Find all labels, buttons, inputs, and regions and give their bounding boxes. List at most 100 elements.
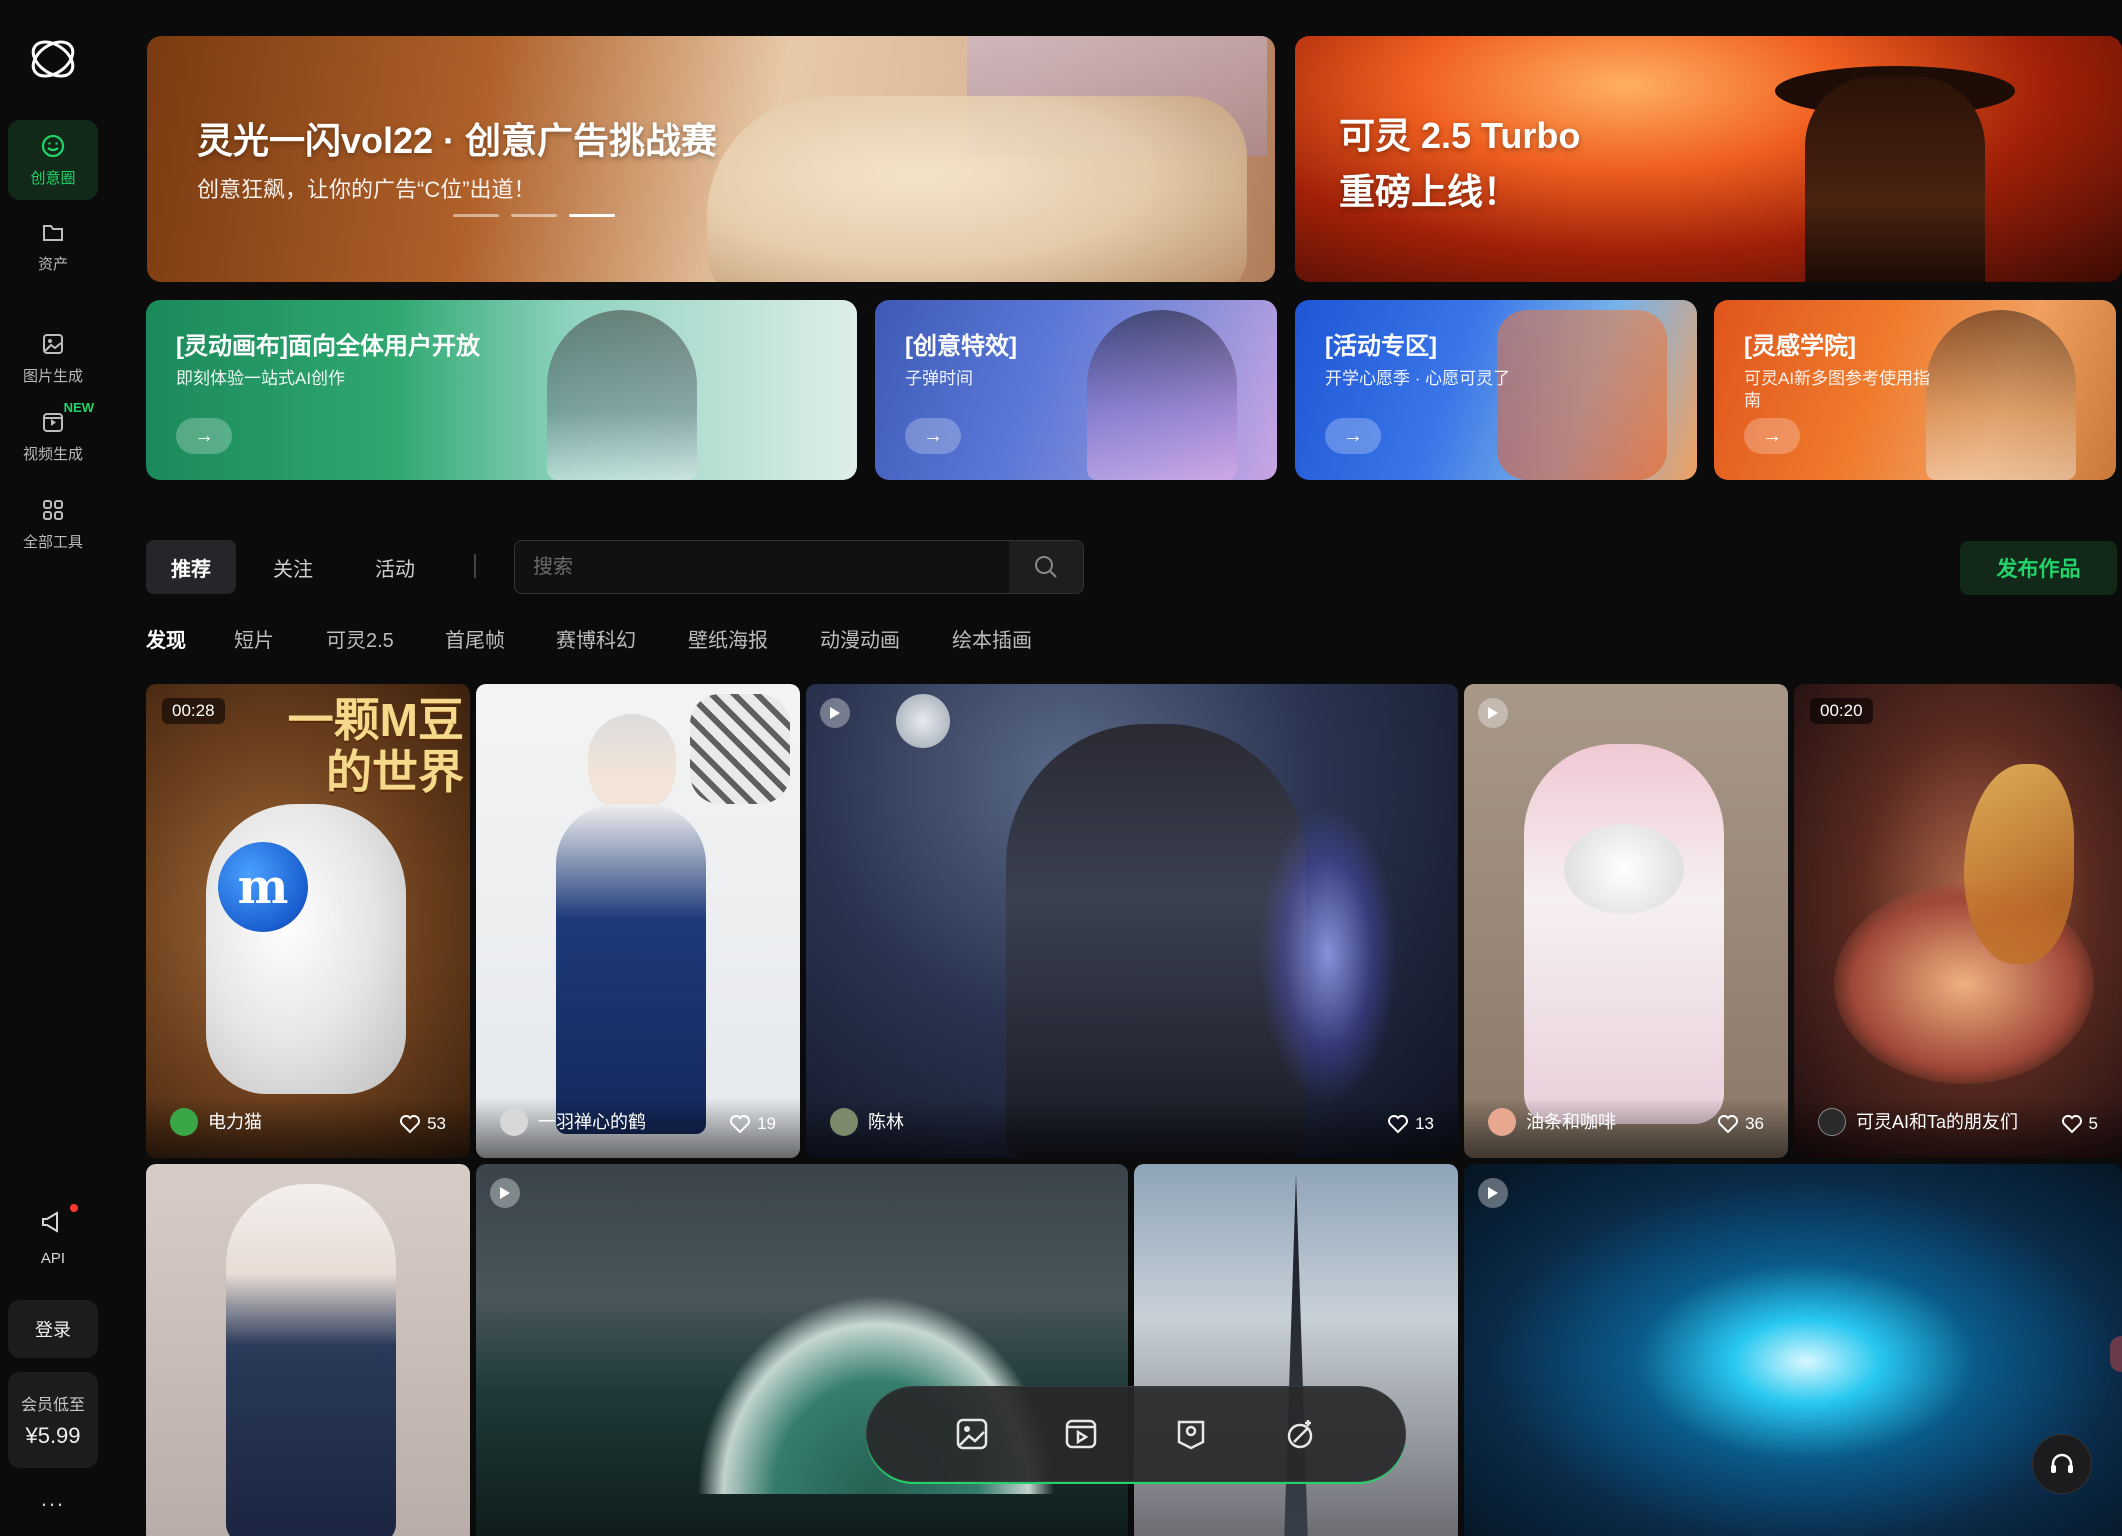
avatar[interactable]: [170, 1108, 198, 1136]
heart-icon: [1718, 1115, 1739, 1134]
play-icon[interactable]: [1478, 1178, 1508, 1208]
tab-following[interactable]: 关注: [258, 540, 328, 594]
promo-card-canvas[interactable]: [灵动画布]面向全体用户开放 即刻体验一站式AI创作 →: [146, 300, 857, 480]
sidebar: 创意圈 资产 图片生成 NEW 视频生成 全部工具 API 登录 会员低至 ¥5…: [0, 0, 106, 1536]
thumbnail-hand-art: [206, 804, 406, 1094]
carousel-indicator[interactable]: [453, 214, 615, 217]
tab-activities[interactable]: 活动: [360, 540, 430, 594]
sidebar-item-image-gen[interactable]: 图片生成: [8, 318, 98, 398]
publish-button[interactable]: 发布作品: [1960, 541, 2117, 595]
promo-card-effects[interactable]: [创意特效] 子弹时间 →: [875, 300, 1277, 480]
card-title: [创意特效]: [905, 333, 1017, 360]
avatar[interactable]: [1488, 1108, 1516, 1136]
folder-icon: [43, 224, 63, 241]
feed-item[interactable]: [146, 1164, 470, 1536]
customer-support-button[interactable]: [2032, 1434, 2092, 1494]
video-duration: 00:28: [162, 698, 225, 724]
category-discover[interactable]: 发现: [146, 624, 186, 653]
member-promo-text: 会员低至: [20, 1397, 85, 1414]
banner-subtitle: 创意狂飙，让你的广告“C位”出道！: [197, 177, 536, 202]
search-icon: [1035, 556, 1057, 578]
category-kling25[interactable]: 可灵2.5: [326, 624, 394, 653]
arrow-right-icon[interactable]: →: [1744, 418, 1800, 454]
card-title: [活动专区]: [1325, 333, 1437, 360]
avatar[interactable]: [500, 1108, 528, 1136]
banner-title-line1: 可灵 2.5 Turbo: [1339, 115, 1581, 156]
digital-human-tool[interactable]: [1171, 1414, 1211, 1454]
play-icon[interactable]: [490, 1178, 520, 1208]
banner-cowboy-art: [1805, 76, 1985, 282]
sidebar-item-label: 图片生成: [22, 367, 83, 385]
author-name[interactable]: 电力猫: [208, 1108, 262, 1134]
tab-recommended[interactable]: 推荐: [146, 540, 236, 594]
card-figure-art: [1497, 310, 1667, 480]
sidebar-item-all-tools[interactable]: 全部工具: [8, 484, 98, 564]
grid-icon: [43, 499, 63, 520]
effects-tool[interactable]: [1280, 1414, 1320, 1454]
kling-logo-icon[interactable]: [26, 32, 80, 86]
search-input[interactable]: [515, 541, 1010, 593]
feed-item[interactable]: m 一颗M豆 的世界 00:28 电力猫 53: [146, 684, 470, 1158]
like-button[interactable]: 19: [729, 1114, 776, 1134]
new-badge: NEW: [63, 400, 94, 415]
more-menu-button[interactable]: ...: [8, 1486, 98, 1512]
banner-kling-turbo[interactable]: 可灵 2.5 Turbo 重磅上线！: [1295, 36, 2122, 282]
arrow-right-icon[interactable]: →: [176, 418, 232, 454]
card-subtitle: 可灵AI新多图参考使用指南: [1744, 369, 1931, 410]
promo-card-academy[interactable]: [灵感学院] 可灵AI新多图参考使用指南 →: [1714, 300, 2116, 480]
category-picture-book[interactable]: 绘本插画: [952, 624, 1032, 653]
card-figure-art: [1087, 310, 1237, 480]
like-button[interactable]: 5: [2061, 1114, 2098, 1134]
play-icon[interactable]: [820, 698, 850, 728]
author-name[interactable]: 一羽禅心的鹤: [538, 1108, 646, 1134]
feed-item[interactable]: 陈林 13: [806, 684, 1458, 1158]
api-button[interactable]: API: [8, 1192, 98, 1282]
category-anime[interactable]: 动漫动画: [820, 624, 900, 653]
play-icon[interactable]: [1478, 698, 1508, 728]
image-icon: [956, 1418, 987, 1450]
video-icon: [1066, 1419, 1097, 1449]
like-button[interactable]: 36: [1717, 1114, 1764, 1134]
thumbnail-doll-art: [226, 1184, 396, 1536]
avatar[interactable]: [830, 1108, 858, 1136]
thumbnail-tiger-art: [690, 694, 790, 804]
sidebar-item-video-gen[interactable]: NEW 视频生成: [8, 396, 98, 476]
author-name[interactable]: 可灵AI和Ta的朋友们: [1856, 1108, 2018, 1134]
arrow-right-icon[interactable]: →: [905, 418, 961, 454]
side-handle[interactable]: [2110, 1336, 2122, 1372]
thumbnail-title-art: 一颗M豆 的世界: [288, 694, 464, 798]
login-button[interactable]: 登录: [8, 1300, 98, 1358]
feed-item[interactable]: 油条和咖啡 36: [1464, 684, 1788, 1158]
video-gen-tool[interactable]: [1061, 1414, 1101, 1454]
sidebar-item-creative[interactable]: 创意圈: [8, 120, 98, 200]
avatar[interactable]: [1818, 1108, 1846, 1136]
author-name[interactable]: 油条和咖啡: [1526, 1108, 1616, 1134]
category-cyber-scifi[interactable]: 赛博科幻: [556, 624, 636, 653]
banner-sofa-art: [707, 96, 1247, 282]
search-button[interactable]: [1009, 541, 1083, 593]
category-short-film[interactable]: 短片: [234, 624, 274, 653]
category-first-last-frame[interactable]: 首尾帧: [445, 624, 505, 653]
search-bar[interactable]: [514, 540, 1084, 594]
banner-challenge[interactable]: 灵光一闪vol22 · 创意广告挑战赛 创意狂飙，让你的广告“C位”出道！: [147, 36, 1275, 282]
promo-card-events[interactable]: [活动专区] 开学心愿季 · 心愿可灵了 →: [1295, 300, 1697, 480]
carousel-dot[interactable]: [453, 214, 499, 217]
author-name[interactable]: 陈林: [868, 1108, 904, 1134]
feed-item[interactable]: 一羽禅心的鹤 19: [476, 684, 800, 1158]
carousel-dot[interactable]: [569, 214, 615, 217]
image-gen-tool[interactable]: [952, 1414, 992, 1454]
like-button[interactable]: 13: [1387, 1114, 1434, 1134]
magic-wand-icon: [1288, 1420, 1313, 1449]
thumbnail-cat-costume-art: [1524, 744, 1724, 1124]
arrow-right-icon[interactable]: →: [1325, 418, 1381, 454]
membership-promo[interactable]: 会员低至 ¥5.99: [8, 1372, 98, 1468]
sidebar-item-assets[interactable]: 资产: [8, 206, 98, 286]
carousel-dot[interactable]: [511, 214, 557, 217]
feed-item[interactable]: 00:20 可灵AI和Ta的朋友们 5: [1794, 684, 2122, 1158]
category-wallpaper-poster[interactable]: 壁纸海报: [688, 624, 768, 653]
thumbnail-wing-art: [1964, 764, 2074, 964]
banner-title: 可灵 2.5 Turbo 重磅上线！: [1339, 108, 1580, 220]
like-button[interactable]: 53: [399, 1114, 446, 1134]
card-subtitle: 子弹时间: [905, 369, 973, 388]
feed-item[interactable]: [1464, 1164, 2122, 1536]
